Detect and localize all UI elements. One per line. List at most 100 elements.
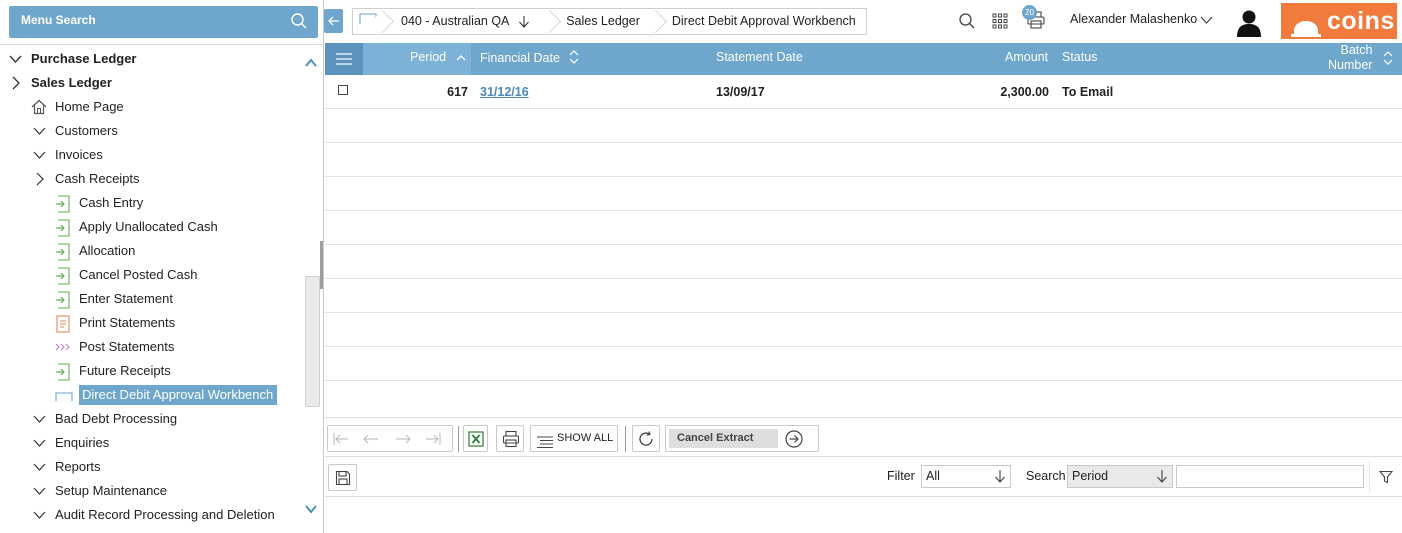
column-header-amount[interactable]: Amount: [1005, 50, 1048, 64]
previous-record-icon[interactable]: [362, 432, 380, 449]
panel-splitter-handle[interactable]: [320, 241, 323, 289]
cancel-extract-button[interactable]: Cancel Extract: [665, 425, 819, 452]
search-input[interactable]: [1176, 465, 1364, 488]
chevron-down-icon: [33, 507, 46, 523]
logo-text: coins: [1327, 7, 1395, 35]
column-header-period[interactable]: Period: [410, 50, 466, 65]
breadcrumb-home[interactable]: [353, 9, 385, 34]
column-header-statement-date[interactable]: Statement Date: [716, 50, 803, 64]
arrow-right-circle-icon[interactable]: [784, 429, 804, 452]
refresh-icon: [637, 430, 655, 451]
column-header-label: Status: [1062, 50, 1098, 64]
menu-scrollbar[interactable]: [305, 276, 320, 407]
filter-select[interactable]: All: [921, 465, 1011, 488]
menu-item-cash-entry[interactable]: Cash Entry: [55, 192, 143, 214]
save-button[interactable]: [328, 464, 357, 491]
table-row-empty: [325, 381, 1402, 415]
next-record-icon[interactable]: [394, 432, 412, 449]
menu-item-sales-ledger[interactable]: Sales Ledger: [9, 72, 112, 94]
menu-item-cash-receipts[interactable]: Cash Receipts: [33, 168, 140, 190]
breadcrumb-module-label: Sales Ledger: [566, 14, 640, 28]
search-field-select[interactable]: Period: [1067, 465, 1173, 488]
export-excel-button[interactable]: [463, 425, 488, 452]
column-header-status[interactable]: Status: [1062, 50, 1097, 64]
menu-item-print-statements[interactable]: Print Statements: [55, 312, 175, 334]
table-row[interactable]: 617 31/12/16 13/09/17 2,300.00 To Email: [325, 75, 1402, 109]
search-icon[interactable]: [958, 12, 976, 33]
entry-form-icon: [55, 243, 71, 261]
sort-icon[interactable]: [1383, 51, 1393, 68]
cancel-extract-label: Cancel Extract: [669, 429, 778, 448]
cell-statement-date: 13/09/17: [716, 85, 765, 99]
arrow-down-icon: [994, 469, 1006, 489]
process-arrows-icon: [55, 339, 71, 355]
hamburger-icon: [336, 53, 352, 68]
user-name[interactable]: Alexander Malashenko: [1070, 12, 1197, 26]
column-header-label: Batch: [1340, 43, 1373, 57]
chevron-down-icon: [33, 411, 46, 427]
record-navigation: [327, 425, 453, 452]
avatar[interactable]: [1234, 7, 1264, 40]
chevron-down-icon: [33, 435, 46, 451]
search-field-value: Period: [1072, 469, 1109, 483]
menu-item-enquiries[interactable]: Enquiries: [33, 432, 109, 454]
row-checkbox[interactable]: [338, 85, 348, 95]
navigation-menu: Menu Search Purchase Ledger Sales Ledger…: [0, 0, 324, 533]
chevron-right-icon: [33, 171, 46, 187]
table-row-empty: [325, 211, 1402, 245]
refresh-button[interactable]: [632, 425, 660, 452]
breadcrumb-company[interactable]: 040 - Australian QA: [385, 9, 552, 34]
cell-financial-date-link[interactable]: 31/12/16: [480, 85, 529, 99]
menu-search-bar[interactable]: Menu Search: [9, 6, 318, 38]
last-record-icon[interactable]: [424, 432, 442, 449]
menu-item-cancel-posted-cash[interactable]: Cancel Posted Cash: [55, 264, 198, 286]
menu-item-apply-unallocated-cash[interactable]: Apply Unallocated Cash: [55, 216, 218, 238]
breadcrumb-company-label: 040 - Australian QA: [401, 14, 509, 28]
menu-item-future-receipts[interactable]: Future Receipts: [55, 360, 171, 382]
menu-item-customers[interactable]: Customers: [33, 120, 118, 142]
back-button[interactable]: [324, 9, 343, 33]
menu-item-direct-debit-approval-workbench[interactable]: Direct Debit Approval Workbench: [55, 384, 278, 406]
print-button[interactable]: [496, 425, 524, 452]
menu-item-setup-maintenance[interactable]: Setup Maintenance: [33, 480, 167, 502]
menu-item-home-page[interactable]: Home Page: [31, 96, 124, 118]
scroll-down-icon[interactable]: [304, 503, 318, 518]
app-grid-icon[interactable]: [992, 13, 1008, 32]
menu-item-invoices[interactable]: Invoices: [33, 144, 103, 166]
menu-item-audit-record-processing[interactable]: Audit Record Processing and Deletion: [33, 504, 275, 526]
scroll-up-icon[interactable]: [304, 57, 318, 72]
breadcrumb: 040 - Australian QA Sales Ledger Direct …: [352, 8, 867, 35]
menu-item-post-statements[interactable]: Post Statements: [55, 336, 174, 358]
menu-search-label: Menu Search: [21, 13, 96, 27]
menu-item-label: Sales Ledger: [31, 75, 112, 90]
table-row-empty: [325, 279, 1402, 313]
filter-button[interactable]: [1369, 461, 1401, 492]
menu-item-reports[interactable]: Reports: [33, 456, 101, 478]
arrow-down-icon[interactable]: [518, 14, 530, 29]
entry-form-icon: [55, 267, 71, 285]
cell-amount: 2,300.00: [1000, 85, 1049, 99]
grid-menu-button[interactable]: [325, 43, 363, 75]
column-header-financial-date[interactable]: Financial Date: [480, 50, 579, 67]
menu-item-label: Purchase Ledger: [31, 51, 137, 66]
show-all-button[interactable]: SHOW ALL: [530, 425, 618, 452]
menu-item-label: Cash Entry: [79, 195, 144, 210]
sort-icon[interactable]: [569, 50, 579, 67]
chevron-down-icon[interactable]: [1200, 14, 1213, 29]
menu-divider: [0, 44, 323, 45]
menu-item-purchase-ledger[interactable]: Purchase Ledger: [9, 48, 137, 70]
breadcrumb-module[interactable]: Sales Ledger: [552, 9, 658, 34]
toolbar-separator: [458, 426, 459, 452]
menu-item-label: Allocation: [79, 243, 136, 258]
first-record-icon[interactable]: [332, 432, 350, 449]
menu-item-label: Audit Record Processing and Deletion: [55, 507, 275, 522]
show-all-label: SHOW ALL: [557, 432, 614, 444]
sort-ascending-icon[interactable]: [456, 51, 466, 65]
column-header-batch-number[interactable]: Batch Number: [1328, 43, 1372, 73]
menu-item-allocation[interactable]: Allocation: [55, 240, 135, 262]
column-header-label: Period: [410, 50, 447, 64]
search-icon[interactable]: [290, 12, 308, 33]
menu-item-enter-statement[interactable]: Enter Statement: [55, 288, 173, 310]
menu-item-bad-debt-processing[interactable]: Bad Debt Processing: [33, 408, 177, 430]
funnel-icon: [1378, 470, 1394, 487]
